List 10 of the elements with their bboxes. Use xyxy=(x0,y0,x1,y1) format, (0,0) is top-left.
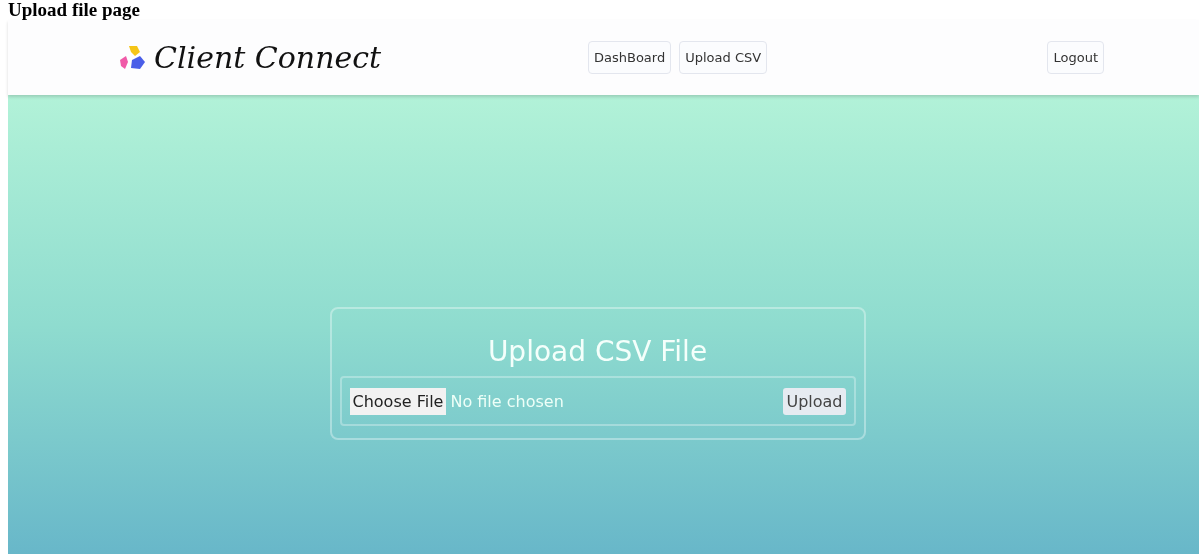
nav-link[interactable]: Upload CSV xyxy=(679,41,768,74)
file-status: No file chosen xyxy=(450,391,564,411)
card-title: Upload CSV File xyxy=(487,335,708,368)
nav-link[interactable]: DashBoard xyxy=(588,41,672,74)
logo-icon xyxy=(118,43,148,72)
page-caption: Upload file page xyxy=(8,0,141,20)
upload-button[interactable]: Upload xyxy=(783,387,846,415)
logout-button[interactable]: Logout xyxy=(1047,41,1104,74)
brand-name[interactable]: Client Connect xyxy=(154,40,382,75)
choose-file-button[interactable]: Choose File xyxy=(349,387,447,415)
